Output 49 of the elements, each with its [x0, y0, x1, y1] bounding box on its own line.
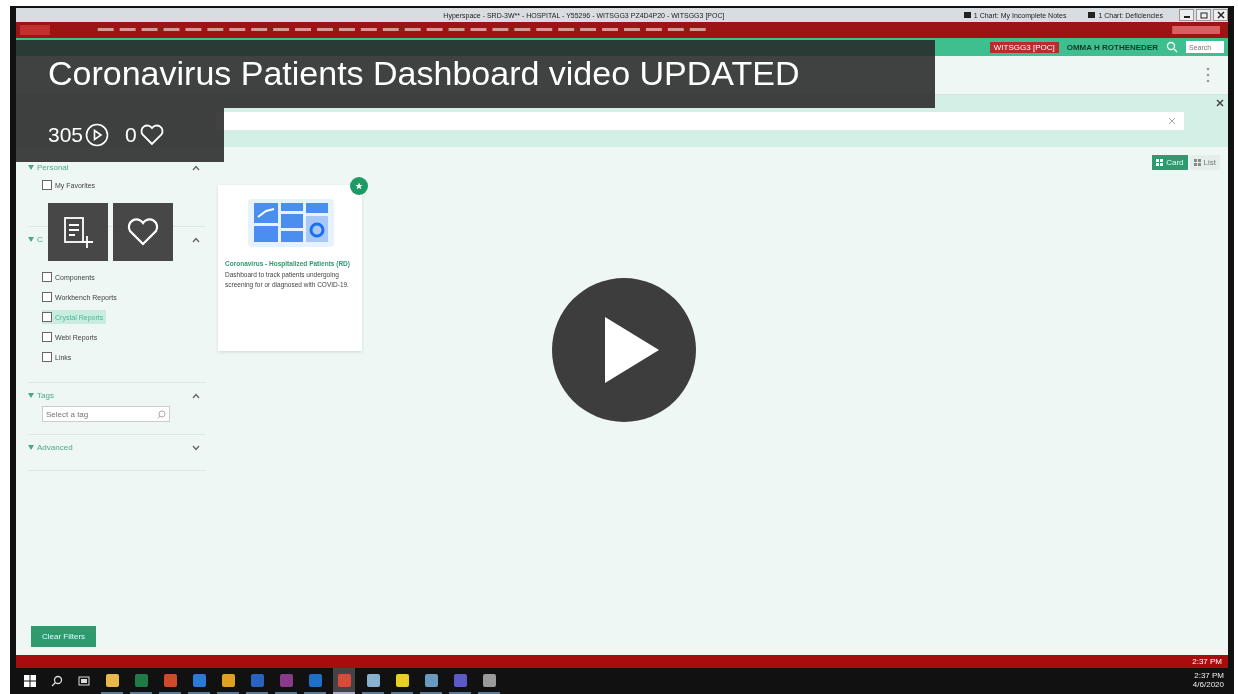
heart-icon — [126, 217, 160, 247]
layout-icon — [1156, 159, 1164, 166]
clear-filters-button[interactable]: Clear Filters — [31, 626, 97, 647]
filter-group-title[interactable]: Personal — [37, 163, 69, 172]
user-name: OMMA H ROTHENEDER — [1066, 42, 1158, 52]
play-count-icon — [85, 123, 110, 147]
checkbox[interactable] — [42, 292, 52, 302]
chevron-icon[interactable] — [192, 392, 200, 399]
checkbox[interactable] — [42, 352, 52, 362]
clock-date: 4/6/2020 — [1192, 681, 1224, 690]
chevron-icon[interactable] — [192, 236, 200, 243]
minimize-button[interactable] — [1179, 9, 1194, 21]
restore-button[interactable] — [1196, 9, 1211, 21]
layout-icon — [1193, 159, 1201, 166]
search-icon — [157, 410, 166, 419]
search-icon[interactable] — [51, 675, 63, 687]
close-icon[interactable] — [1216, 99, 1224, 107]
clock-time: 2:37 PM — [1194, 672, 1224, 681]
view-toggle[interactable]: Card — [1152, 155, 1188, 170]
environment-badge: WITSGG3 [POC] — [989, 41, 1059, 53]
view-count: 305 — [48, 123, 84, 147]
view-toggle[interactable]: List — [1189, 155, 1220, 170]
checkbox[interactable] — [42, 332, 52, 342]
triangle-icon — [28, 393, 34, 398]
checkbox[interactable] — [42, 312, 52, 322]
video-title: Coronavirus Patients Dashboard video UPDATED — [16, 40, 935, 108]
more-icon[interactable] — [1206, 67, 1210, 83]
start-icon[interactable] — [24, 675, 36, 687]
triangle-icon — [28, 237, 34, 242]
chevron-icon[interactable] — [192, 444, 200, 451]
checkbox[interactable] — [42, 272, 52, 282]
like-count: 0 — [125, 123, 137, 147]
triangle-icon — [28, 445, 34, 450]
status-time: 2:37 PM — [1192, 657, 1222, 666]
restore-icon — [1199, 11, 1208, 19]
add-to-list-icon — [61, 215, 95, 249]
like-button[interactable] — [113, 203, 173, 261]
heart-icon — [138, 123, 165, 147]
filter-group-title[interactable]: C — [37, 235, 43, 244]
filter-group-title[interactable]: Tags — [37, 391, 54, 400]
chevron-icon[interactable] — [192, 164, 200, 171]
close-icon — [1216, 11, 1225, 19]
task-view-icon[interactable] — [78, 675, 90, 687]
close-button[interactable] — [1213, 9, 1228, 21]
add-to-list-button[interactable] — [48, 203, 108, 261]
filter-group-title[interactable]: Advanced — [37, 443, 73, 452]
tag-field[interactable]: Select a tag — [42, 406, 170, 422]
triangle-icon — [28, 165, 34, 170]
checkbox[interactable] — [42, 180, 52, 190]
